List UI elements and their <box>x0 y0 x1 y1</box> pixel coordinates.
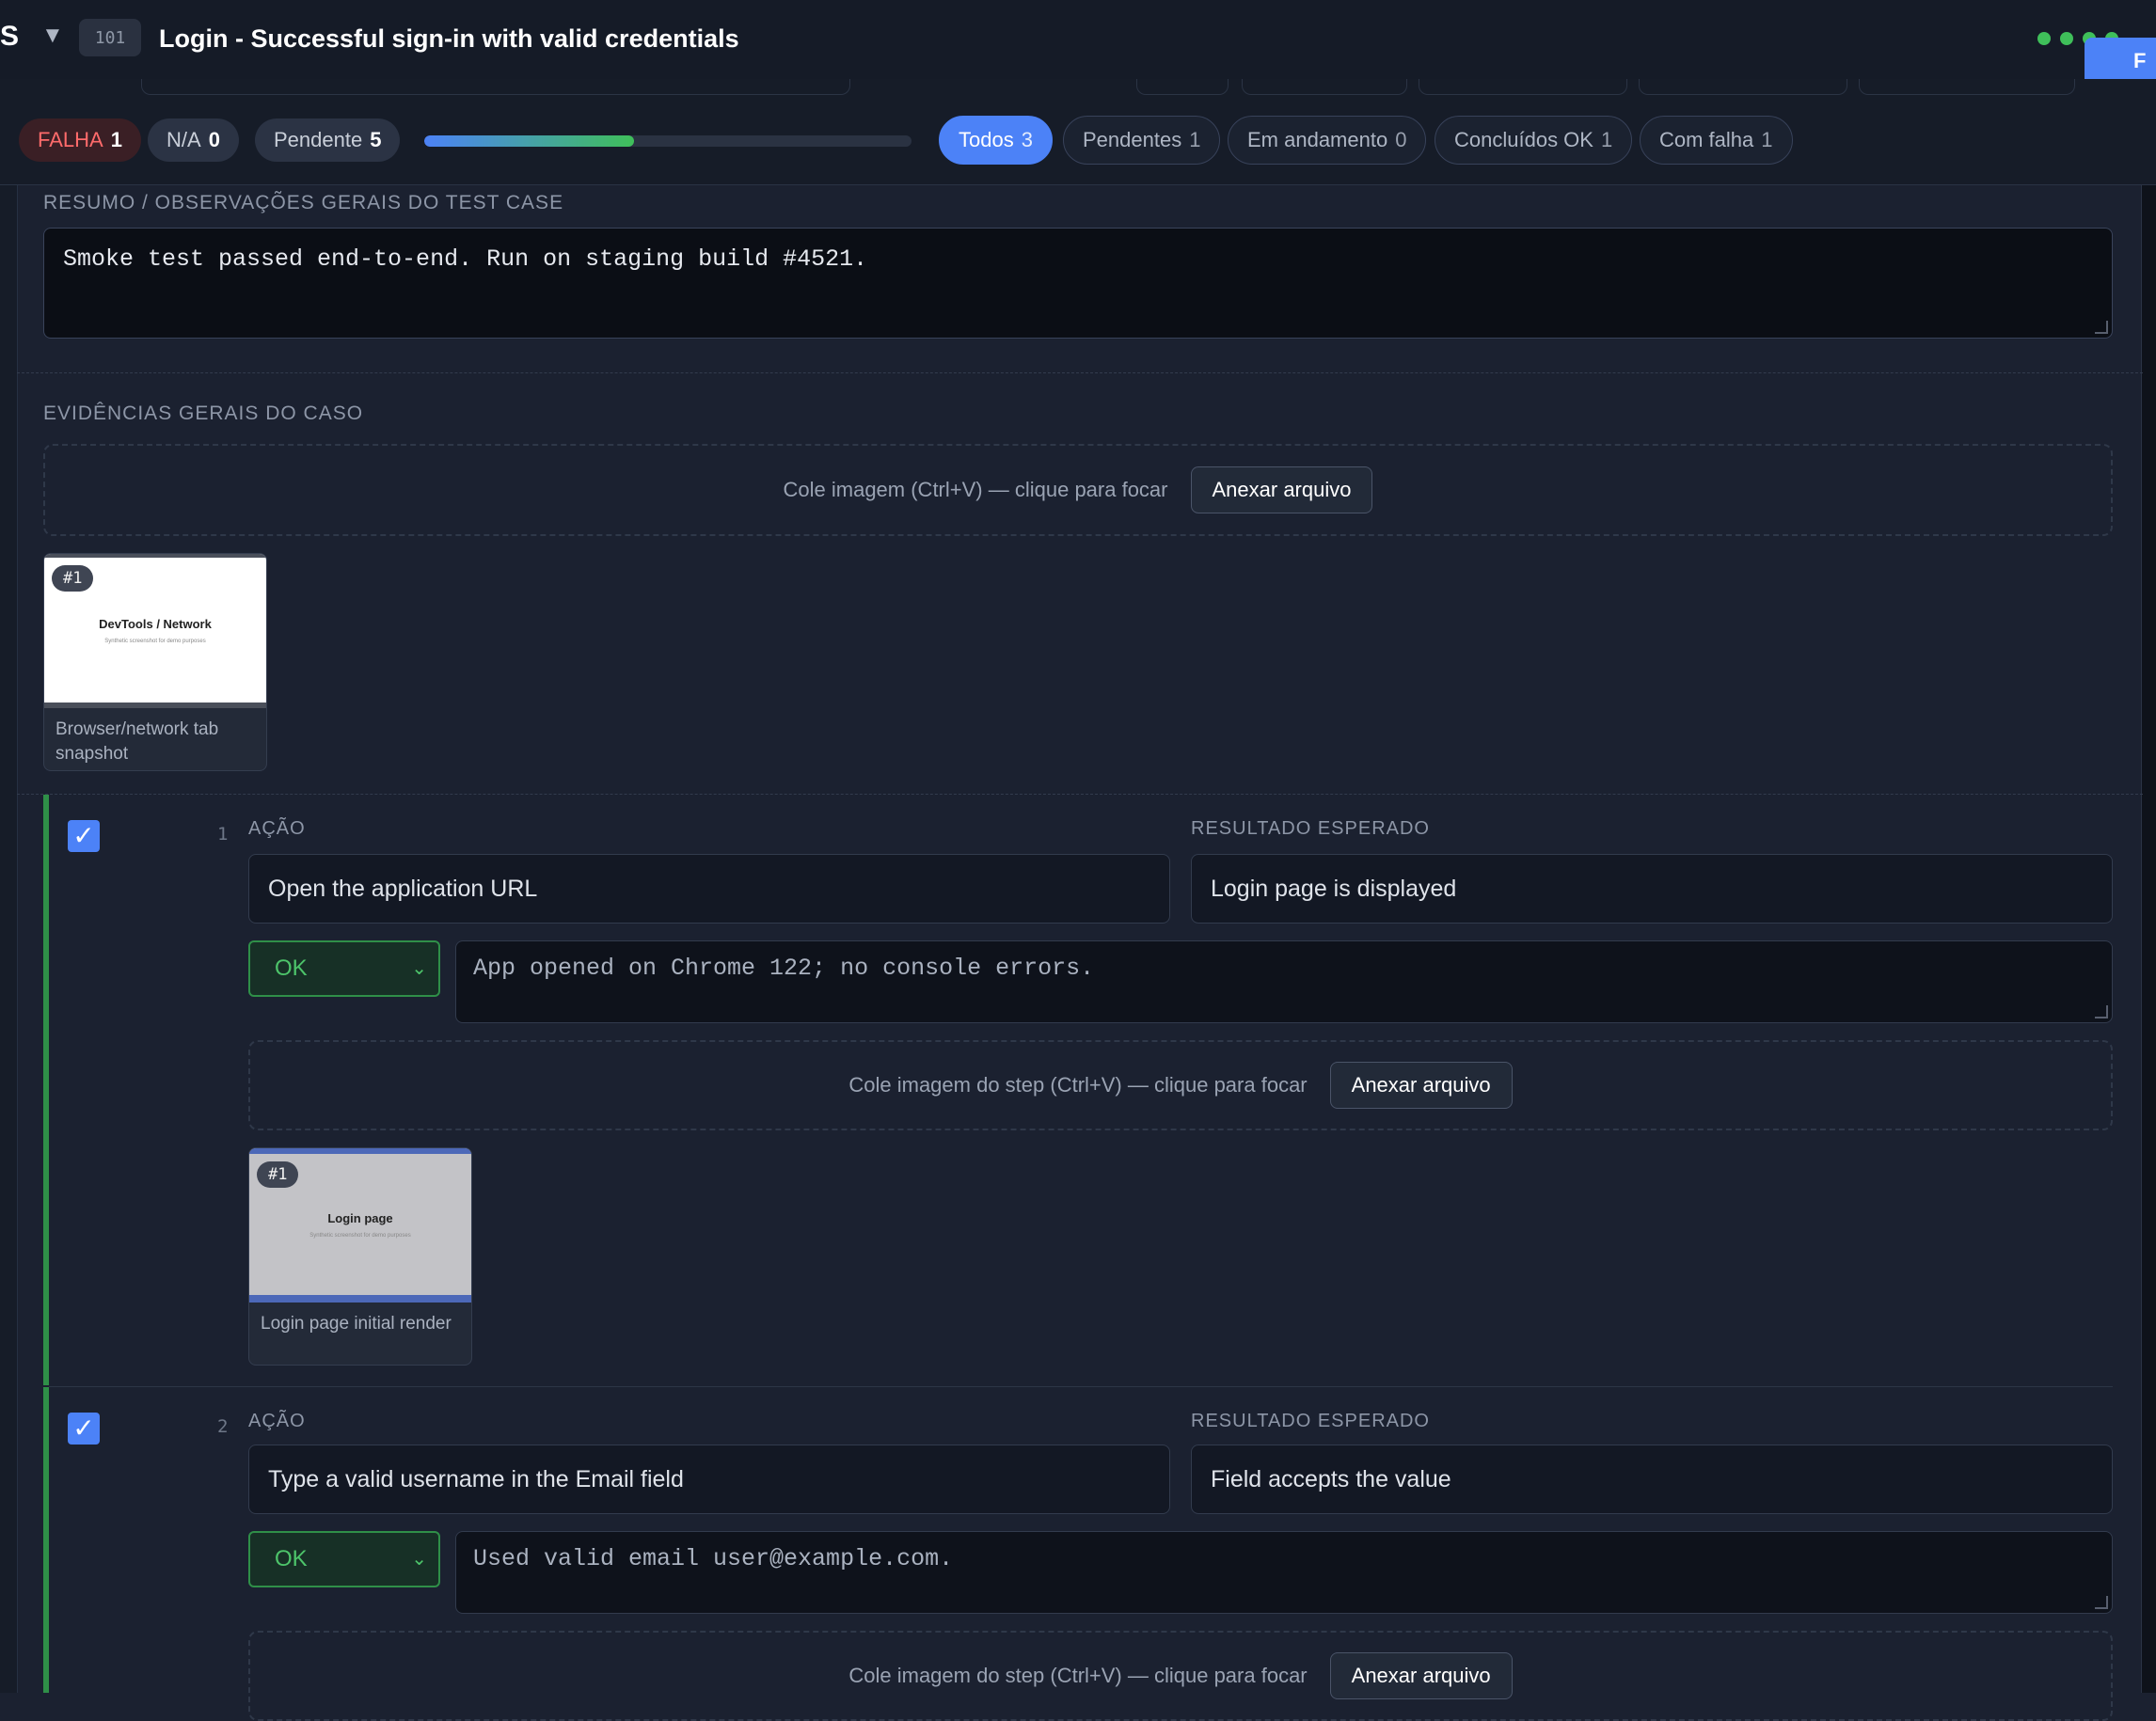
tab-com-falha[interactable]: Com falha 1 <box>1640 116 1793 165</box>
cut-title-fragment: S <box>0 21 20 52</box>
step-1-paste-zone[interactable]: Cole imagem do step (Ctrl+V) — clique pa… <box>248 1040 2113 1130</box>
tab-em-andamento[interactable]: Em andamento 0 <box>1228 116 1427 165</box>
pending-count-chip: Pendente 5 <box>255 118 401 162</box>
evidence-label: EVIDÊNCIAS GERAIS DO CASO <box>43 403 364 424</box>
expected-label: RESULTADO ESPERADO <box>1191 1411 1430 1431</box>
paste-hint: Cole imagem do step (Ctrl+V) — clique pa… <box>848 1664 1308 1687</box>
step-divider <box>49 1386 2113 1387</box>
step-2-note-textarea[interactable]: Used valid email user@example.com. <box>455 1531 2113 1614</box>
expected-label: RESULTADO ESPERADO <box>1191 818 1430 839</box>
progress-bar <box>424 135 912 147</box>
step-status-bar <box>43 795 49 1385</box>
case-title: Login - Successful sign-in with valid cr… <box>159 24 739 53</box>
resize-handle-icon[interactable] <box>2095 321 2108 334</box>
summary-label: RESUMO / OBSERVAÇÕES GERAIS DO TEST CASE <box>43 192 564 213</box>
section-divider <box>17 794 2143 795</box>
scrollbar-track[interactable] <box>2141 184 2156 1693</box>
thumbnail-caption: Browser/network tab snapshot <box>55 719 219 764</box>
step-2-expected-field[interactable]: Field accepts the value <box>1191 1445 2113 1514</box>
step-number: 2 <box>217 1416 229 1437</box>
tab-label: Concluídos OK <box>1454 128 1593 151</box>
step-number: 1 <box>217 824 229 845</box>
step-2-paste-zone[interactable]: Cole imagem do step (Ctrl+V) — clique pa… <box>248 1631 2113 1721</box>
tab-label: Todos <box>959 128 1014 151</box>
image-subtitle-text: Synthetic screenshot for demo purposes <box>104 638 206 644</box>
na-chip-label: N/A <box>166 128 201 151</box>
step-1-expected-field[interactable]: Login page is displayed <box>1191 854 2113 924</box>
thumbnail-caption: Login page initial render <box>261 1314 452 1334</box>
step-1-checkbox[interactable]: ✓ <box>68 820 100 852</box>
thumbnail-index-badge: #1 <box>52 565 94 592</box>
summary-text: Smoke test passed end-to-end. Run on sta… <box>63 245 868 273</box>
tab-count: 1 <box>1600 128 1613 151</box>
step-1-note-textarea[interactable]: App opened on Chrome 122; no console err… <box>455 940 2113 1023</box>
tab-label: Em andamento <box>1247 128 1388 151</box>
tab-count: 1 <box>1761 128 1773 151</box>
progress-fill <box>424 135 634 147</box>
hidden-toolbar-button <box>1639 79 1847 95</box>
step-2-status-select[interactable]: OK ⌄ <box>248 1531 440 1587</box>
tab-count: 1 <box>1189 128 1201 151</box>
na-chip-count: 0 <box>208 128 220 151</box>
fail-chip-count: 1 <box>110 128 122 151</box>
attach-file-button[interactable]: Anexar arquivo <box>1190 466 1373 513</box>
image-title-text: Login page <box>327 1210 393 1225</box>
image-subtitle-text: Synthetic screenshot for demo purposes <box>309 1232 411 1239</box>
hidden-toolbar-button <box>1419 79 1627 95</box>
resize-handle-icon[interactable] <box>2095 1596 2108 1609</box>
tab-count: 0 <box>1395 128 1407 151</box>
section-divider <box>17 372 2143 373</box>
tab-count: 3 <box>1021 128 1033 151</box>
action-label: AÇÃO <box>248 818 306 839</box>
status-value: OK <box>275 1546 308 1571</box>
tab-label: Com falha <box>1659 128 1754 151</box>
action-label: AÇÃO <box>248 1411 306 1431</box>
step-2-checkbox[interactable]: ✓ <box>68 1413 100 1445</box>
paste-hint: Cole imagem (Ctrl+V) — clique para focar <box>783 478 1168 501</box>
hidden-toolbar-button <box>1136 79 1229 95</box>
case-header: S ▼ 101 Login - Successful sign-in with … <box>0 0 2156 87</box>
step-1-status-select[interactable]: OK ⌄ <box>248 940 440 997</box>
tab-pendentes[interactable]: Pendentes 1 <box>1063 116 1221 165</box>
paste-hint: Cole imagem do step (Ctrl+V) — clique pa… <box>848 1073 1308 1097</box>
image-title-text: DevTools / Network <box>99 616 212 631</box>
fail-count-chip: FALHA 1 <box>19 118 141 162</box>
chevron-down-icon: ⌄ <box>411 1549 427 1570</box>
attach-file-button[interactable]: Anexar arquivo <box>1329 1062 1513 1109</box>
note-text: Used valid email user@example.com. <box>473 1545 954 1572</box>
hidden-toolbar-button <box>1859 79 2075 95</box>
step-1-action-field[interactable]: Open the application URL <box>248 854 1170 924</box>
pending-chip-label: Pendente <box>274 128 363 151</box>
step-evidence-image: #1 Login page Synthetic screenshot for d… <box>249 1148 471 1303</box>
hidden-toolbar-button <box>1242 79 1407 95</box>
fail-chip-label: FALHA <box>38 128 103 151</box>
step-2-action-field[interactable]: Type a valid username in the Email field <box>248 1445 1170 1514</box>
status-value: OK <box>275 955 308 981</box>
resize-handle-icon[interactable] <box>2095 1005 2108 1018</box>
summary-textarea[interactable]: Smoke test passed end-to-end. Run on sta… <box>43 228 2113 339</box>
step-status-bar <box>43 1387 49 1693</box>
left-gutter <box>0 184 18 1693</box>
evidence-image: #1 DevTools / Network Synthetic screensh… <box>44 554 266 708</box>
case-id-badge: 101 <box>79 19 141 56</box>
hidden-toolbar-field <box>141 79 850 95</box>
note-text: App opened on Chrome 122; no console err… <box>473 955 1095 982</box>
tab-todos[interactable]: Todos 3 <box>939 116 1053 165</box>
collapse-caret-icon[interactable]: ▼ <box>41 23 64 49</box>
pending-chip-count: 5 <box>370 128 382 151</box>
thumbnail-index-badge: #1 <box>257 1161 299 1188</box>
chevron-down-icon: ⌄ <box>411 958 427 979</box>
tab-concluidos-ok[interactable]: Concluídos OK 1 <box>1435 116 1633 165</box>
case-paste-zone[interactable]: Cole imagem (Ctrl+V) — clique para focar… <box>43 444 2113 536</box>
step-evidence-thumbnail[interactable]: #1 Login page Synthetic screenshot for d… <box>248 1147 472 1366</box>
na-count-chip: N/A 0 <box>148 118 239 162</box>
evidence-thumbnail[interactable]: #1 DevTools / Network Synthetic screensh… <box>43 553 267 771</box>
tab-label: Pendentes <box>1083 128 1182 151</box>
